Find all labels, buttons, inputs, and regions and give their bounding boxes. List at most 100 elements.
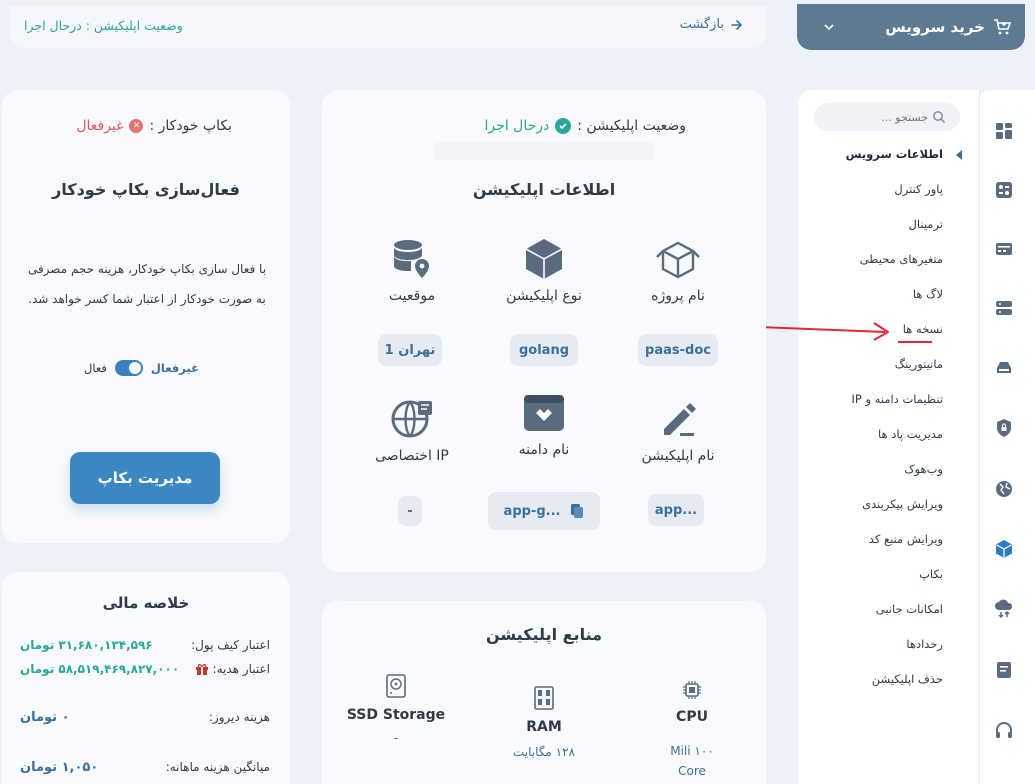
cloud-transfer-icon[interactable] <box>993 598 1015 620</box>
app-type-label: نوع اپلیکیشن <box>506 288 582 304</box>
cart-icon <box>994 19 1011 35</box>
back-label: بازگشت <box>679 17 724 32</box>
location-chip: تهران 1 <box>378 334 442 366</box>
auto-backup-status: بکاپ خودکار : ✕ غیرفعال <box>76 118 232 134</box>
wallet-label: اعتبار کیف پول: <box>191 638 270 652</box>
back-link[interactable]: بازگشت <box>680 17 744 32</box>
x-circle-icon: ✕ <box>129 119 144 133</box>
shield-lock-icon[interactable] <box>993 417 1015 439</box>
menu-item-terminal[interactable]: ترمینال <box>908 217 943 231</box>
network-globe-icon[interactable] <box>993 478 1015 500</box>
service-menu: اطلاعات سرویس پاور کنترل ترمینال متغیرها… <box>798 90 980 784</box>
wallet-value: ۳۱,۶۸۰,۱۳۴,۵۹۶ تومان <box>20 638 153 652</box>
menu-item-logs[interactable]: لاگ ها <box>913 287 943 301</box>
check-circle-icon <box>555 118 572 134</box>
project-name-block: نام پروژه <box>618 236 738 304</box>
backup-toggle-switch[interactable] <box>114 360 143 376</box>
buy-service-button[interactable]: خرید سرویس <box>797 4 1025 50</box>
icon-rail <box>976 90 1035 784</box>
yesterday-cost-label: هزینه دیروز: <box>208 710 270 724</box>
app-type-block: نوع اپلیکیشن <box>484 236 604 304</box>
ram-block: RAM ۱۲۸ مگابایت <box>494 685 594 759</box>
browser-window-icon <box>524 395 564 431</box>
location-label: موقعیت <box>388 288 436 304</box>
app-type-chip: golang <box>510 334 578 366</box>
monthly-avg-label: میانگین هزینه ماهانه: <box>165 760 270 774</box>
resources-title: منابع اپلیکیشن <box>485 625 603 644</box>
menu-item-backup[interactable]: بکاپ <box>919 567 943 581</box>
ssd-block: SSD Storage - <box>346 673 446 745</box>
manage-backup-button[interactable]: مدیریت بکاپ <box>70 452 220 504</box>
backup-toggle-row: غیرفعال فعال <box>84 360 199 376</box>
dedicated-ip-label: IP اختصاصی <box>375 448 449 464</box>
ssd-value: - <box>393 731 399 745</box>
top-status-text: وضعیت اپلیکیشن : درحال اجرا <box>24 18 183 33</box>
toggle-on-label: فعال <box>84 361 107 375</box>
backup-description: با فعال سازی بکاپ خودکار، هزینه حجم مصرف… <box>27 262 267 306</box>
copy-icon[interactable] <box>570 503 584 519</box>
app-name-block: نام اپلیکیشن <box>618 396 738 464</box>
search-icon <box>933 111 945 123</box>
monthly-avg-value: ۱,۰۵۰ تومان <box>20 760 99 775</box>
app-cube-icon[interactable] <box>993 538 1015 560</box>
arrow-right-icon <box>731 19 743 30</box>
cpu-value: ۱۰۰ Mili Core <box>670 744 714 778</box>
domain-chip[interactable]: app-g... <box>488 492 600 530</box>
yesterday-cost-row: هزینه دیروز: ۰ تومان <box>20 710 270 725</box>
storage-icon[interactable] <box>993 238 1015 260</box>
app-name-label: نام اپلیکیشن <box>641 448 715 464</box>
menu-item-env-vars[interactable]: متغیرهای محیطی <box>860 252 943 266</box>
domain-value: app-g... <box>503 503 561 519</box>
header-divider <box>434 142 654 160</box>
app-status: وضعیت اپلیکیشن : درحال اجرا <box>485 118 686 134</box>
ram-label: RAM <box>526 719 562 735</box>
domain-block: نام دامنه <box>484 390 604 458</box>
menu-item-domain-ip[interactable]: تنظیمات دامنه و IP <box>851 392 943 406</box>
pencil-edit-icon <box>664 403 696 436</box>
cloud-drive-icon[interactable] <box>993 356 1015 378</box>
app-resources-card: منابع اپلیکیشن CPU ۱۰۰ Mili Core RAM ۱۲۸… <box>322 601 766 784</box>
menu-item-edit-source[interactable]: ویرایش منبع کد <box>869 532 943 546</box>
menu-item-addons[interactable]: امکانات جانبی <box>876 602 943 616</box>
menu-item-service-info[interactable]: اطلاعات سرویس <box>846 147 943 161</box>
gift-icon <box>195 664 208 675</box>
location-block: موقعیت <box>352 236 472 304</box>
dedicated-ip-chip: - <box>398 496 422 526</box>
domain-label: نام دامنه <box>518 442 570 458</box>
menu-item-webhook[interactable]: وب‌هوک <box>904 462 943 476</box>
top-bar: وضعیت اپلیکیشن : درحال اجرا بازگشت <box>10 6 766 48</box>
project-name-label: نام پروژه <box>651 288 705 304</box>
menu-item-events[interactable]: رخدادها <box>906 637 943 651</box>
ram-value: ۱۲۸ مگابایت <box>513 745 575 759</box>
app-status-value: درحال اجرا <box>484 118 550 134</box>
database-location-icon <box>394 240 429 278</box>
cpu-block: CPU ۱۰۰ Mili Core <box>642 679 742 781</box>
buy-service-label: خرید سرویس <box>885 18 985 36</box>
dashboard-icon[interactable] <box>993 120 1015 142</box>
finance-title: خلاصه مالی <box>102 594 190 612</box>
ssd-label: SSD Storage <box>346 707 446 723</box>
backup-card: بکاپ خودکار : ✕ غیرفعال فعال‌سازی بکاپ خ… <box>2 90 290 543</box>
document-icon[interactable] <box>993 659 1015 681</box>
yesterday-cost-value: ۰ تومان <box>20 710 70 725</box>
database-server-icon[interactable] <box>993 297 1015 319</box>
menu-item-pods[interactable]: مدیریت پاد ها <box>878 427 943 441</box>
server-apps-icon[interactable] <box>993 179 1015 201</box>
menu-item-delete-app[interactable]: حذف اپلیکیشن <box>872 672 943 686</box>
support-headset-icon[interactable] <box>993 720 1015 742</box>
hard-drive-icon <box>386 674 406 698</box>
app-info-title: اطلاعات اپلیکیشن <box>472 180 616 199</box>
gift-row: اعتبار هدیه: ۵۸,۵۱۹,۴۶۹,۸۲۷,۰۰۰ تومان <box>20 662 270 676</box>
box-open-icon <box>656 241 700 279</box>
monthly-avg-row: میانگین هزینه ماهانه: ۱,۰۵۰ تومان <box>20 760 270 775</box>
project-name-chip: paas-doc <box>638 334 718 366</box>
toggle-off-label: غیرفعال <box>150 361 199 375</box>
app-name-chip: app... <box>648 494 704 526</box>
active-caret-icon <box>956 150 962 160</box>
cube-icon <box>525 239 563 279</box>
globe-ip-icon <box>391 400 432 438</box>
menu-item-edit-config[interactable]: ویرایش پیکربندی <box>862 497 943 511</box>
cpu-label: CPU <box>676 709 708 725</box>
menu-item-monitoring[interactable]: مانیتورینگ <box>895 357 943 371</box>
menu-item-power-control[interactable]: پاور کنترل <box>894 182 943 196</box>
